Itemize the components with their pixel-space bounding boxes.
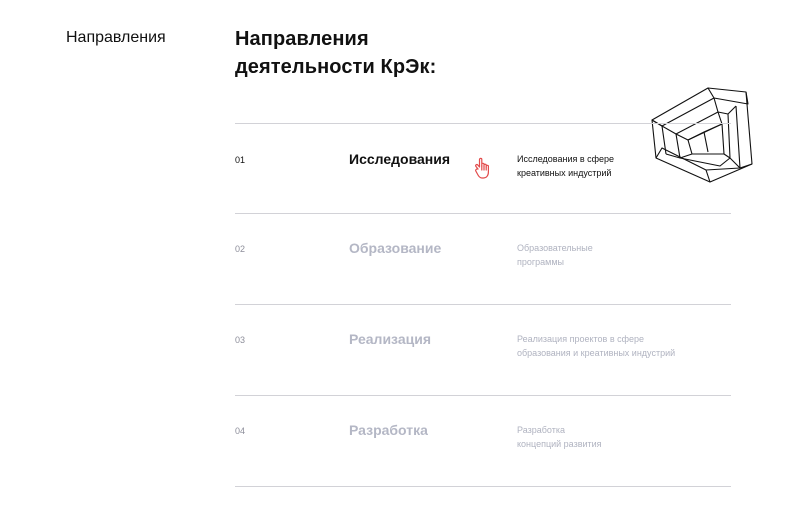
direction-description: Разработка концепций развития bbox=[517, 423, 717, 451]
direction-description-line: Образовательные bbox=[517, 243, 593, 253]
hand-pointer-icon bbox=[475, 157, 489, 179]
page-title-line-1: Направления bbox=[235, 28, 369, 50]
direction-description-line: Разработка bbox=[517, 425, 565, 435]
page-title-line-2: деятельности КрЭк: bbox=[235, 56, 437, 78]
direction-item-implementation[interactable]: 03 Реализация Реализация проектов в сфер… bbox=[235, 331, 731, 425]
page-title: Направления деятельности КрЭк: bbox=[235, 25, 535, 81]
direction-description-line: программы bbox=[517, 257, 565, 267]
divider bbox=[235, 123, 731, 124]
direction-number: 01 bbox=[235, 155, 246, 165]
direction-description-line: Исследования в сфере bbox=[517, 154, 615, 164]
sidebar-label: Направления bbox=[66, 29, 166, 46]
direction-description-line: концепций развития bbox=[517, 439, 602, 449]
direction-title: Реализация bbox=[349, 331, 432, 347]
direction-description-line: образования и креативных индустрий bbox=[517, 348, 676, 358]
direction-description: Образовательные программы bbox=[517, 241, 717, 269]
direction-description-line: Реализация проектов в сфере bbox=[517, 334, 645, 344]
direction-description: Реализация проектов в сфере образования … bbox=[517, 332, 717, 360]
direction-item-education[interactable]: 02 Образование Образовательные программы bbox=[235, 240, 731, 334]
direction-number: 02 bbox=[235, 244, 246, 254]
direction-item-development[interactable]: 04 Разработка Разработка концепций разви… bbox=[235, 422, 731, 516]
direction-title: Разработка bbox=[349, 422, 428, 438]
direction-number: 03 bbox=[235, 335, 246, 345]
direction-number: 04 bbox=[235, 426, 246, 436]
direction-description: Исследования в сфере креативных индустри… bbox=[517, 152, 717, 180]
direction-title: Образование bbox=[349, 240, 442, 256]
direction-description-line: креативных индустрий bbox=[517, 168, 612, 178]
direction-title: Исследования bbox=[349, 151, 451, 167]
